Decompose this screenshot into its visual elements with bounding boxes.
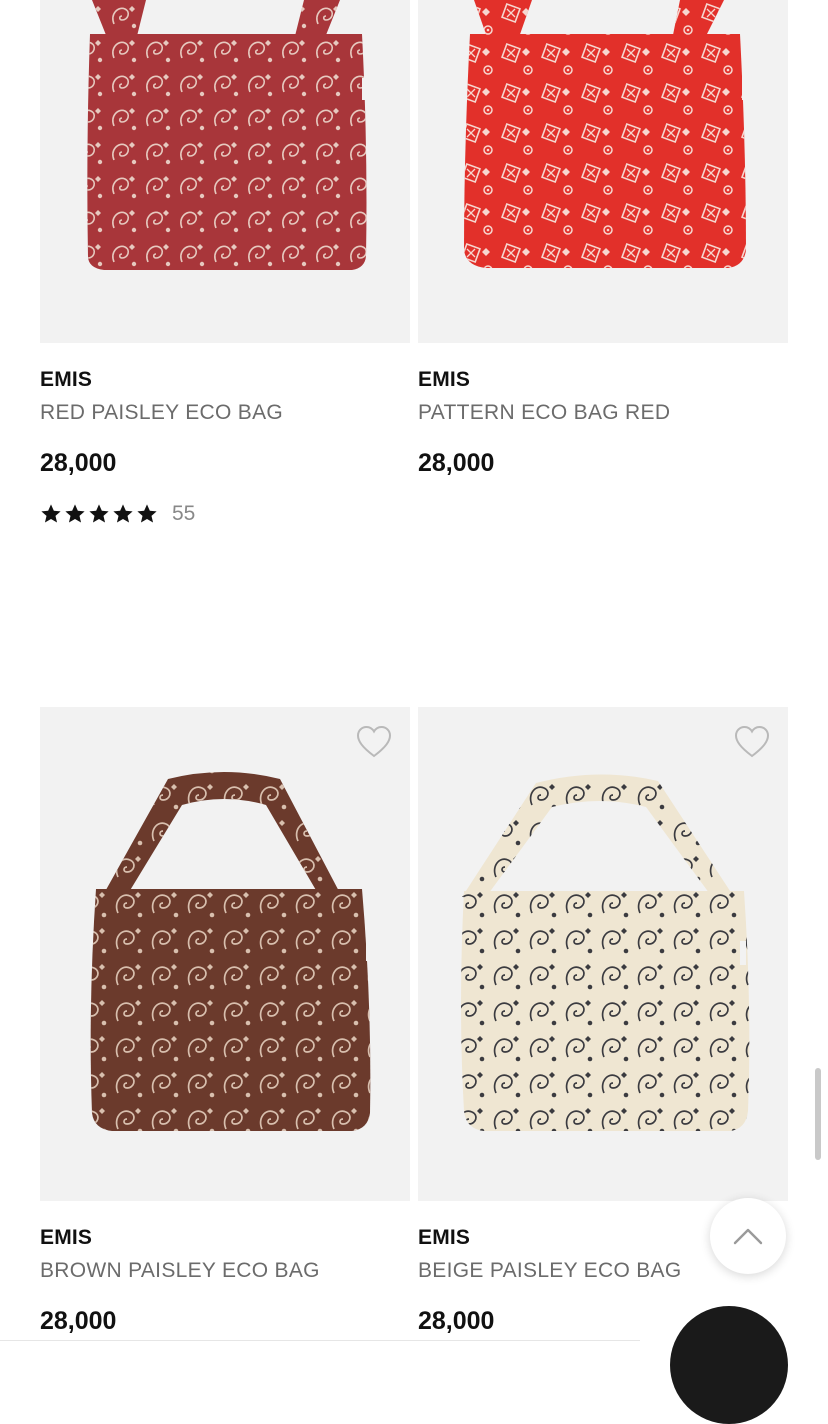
product-name[interactable]: BROWN PAISLEY ECO BAG (40, 1259, 320, 1283)
star-icon (41, 504, 61, 523)
rating-stars (40, 503, 158, 525)
bag-image (464, 0, 748, 268)
product-image[interactable] (40, 0, 410, 343)
product-brand: EMIS (40, 1226, 93, 1249)
divider (0, 1340, 640, 1341)
product-image[interactable] (418, 707, 788, 1201)
review-count: 55 (172, 502, 196, 525)
star-icon (113, 504, 133, 523)
bag-image (461, 774, 750, 1131)
product-price: 28,000 (40, 449, 117, 477)
bag-image (90, 772, 372, 1131)
floating-action-button[interactable] (670, 1306, 788, 1424)
star-icon (65, 504, 85, 523)
scroll-to-top-button[interactable] (710, 1198, 786, 1274)
product-name[interactable]: BEIGE PAISLEY ECO BAG (418, 1259, 681, 1283)
product-name[interactable]: PATTERN ECO BAG RED (418, 401, 670, 425)
chevron-up-icon (733, 1228, 763, 1245)
product-brand: EMIS (418, 1226, 471, 1249)
star-icon (137, 504, 157, 523)
heart-outline-icon[interactable] (356, 725, 392, 759)
product-image[interactable] (40, 707, 410, 1201)
heart-outline-icon[interactable] (734, 725, 770, 759)
star-icon (89, 504, 109, 523)
product-image[interactable] (418, 0, 788, 343)
scrollbar[interactable] (815, 1068, 821, 1160)
product-price: 28,000 (418, 449, 495, 477)
bag-image (87, 0, 368, 270)
product-rating: 55 (40, 501, 195, 527)
product-price: 28,000 (40, 1307, 117, 1335)
product-brand: EMIS (418, 368, 471, 391)
product-price: 28,000 (418, 1307, 495, 1335)
product-brand: EMIS (40, 368, 93, 391)
product-name[interactable]: RED PAISLEY ECO BAG (40, 401, 283, 425)
